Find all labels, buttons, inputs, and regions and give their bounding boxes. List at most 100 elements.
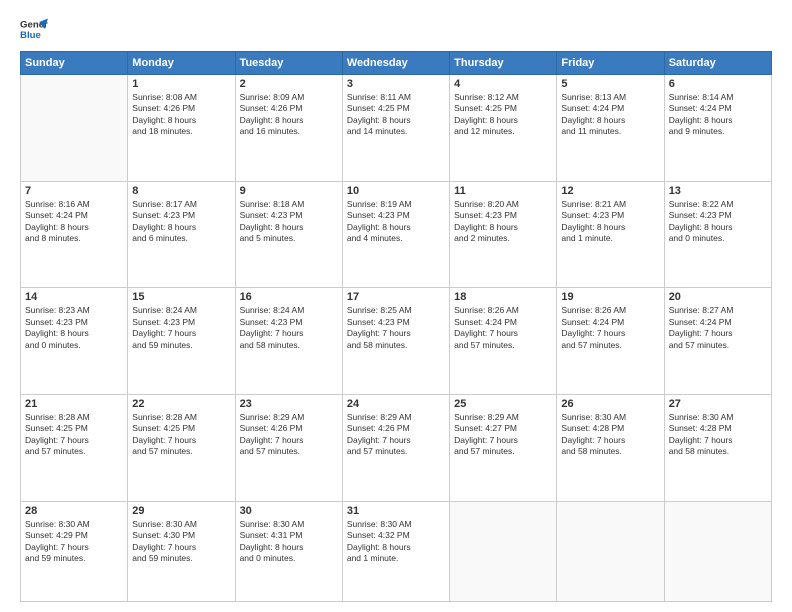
day-number: 26 bbox=[561, 398, 659, 410]
calendar-cell: 5 Sunrise: 8:13 AM Sunset: 4:24 PM Daylig… bbox=[557, 75, 664, 182]
calendar-cell: 19 Sunrise: 8:26 AM Sunset: 4:24 PM Dayli… bbox=[557, 288, 664, 395]
calendar-week-3: 14 Sunrise: 8:23 AM Sunset: 4:23 PM Dayli… bbox=[21, 288, 772, 395]
day-number: 3 bbox=[347, 78, 445, 90]
calendar-cell: 20 Sunrise: 8:27 AM Sunset: 4:24 PM Dayli… bbox=[664, 288, 771, 395]
day-number: 20 bbox=[669, 291, 767, 303]
calendar-cell bbox=[664, 501, 771, 601]
day-number: 6 bbox=[669, 78, 767, 90]
calendar-week-2: 7 Sunrise: 8:16 AM Sunset: 4:24 PM Daylig… bbox=[21, 181, 772, 288]
day-number: 30 bbox=[240, 505, 338, 517]
logo: General Blue bbox=[20, 15, 48, 43]
day-info: Sunrise: 8:28 AM Sunset: 4:25 PM Dayligh… bbox=[132, 412, 230, 458]
day-info: Sunrise: 8:09 AM Sunset: 4:26 PM Dayligh… bbox=[240, 92, 338, 138]
day-info: Sunrise: 8:29 AM Sunset: 4:26 PM Dayligh… bbox=[240, 412, 338, 458]
day-info: Sunrise: 8:29 AM Sunset: 4:27 PM Dayligh… bbox=[454, 412, 552, 458]
day-number: 23 bbox=[240, 398, 338, 410]
day-number: 11 bbox=[454, 185, 552, 197]
day-info: Sunrise: 8:11 AM Sunset: 4:25 PM Dayligh… bbox=[347, 92, 445, 138]
calendar-cell: 23 Sunrise: 8:29 AM Sunset: 4:26 PM Dayli… bbox=[235, 394, 342, 501]
col-header-saturday: Saturday bbox=[664, 52, 771, 75]
calendar-cell: 18 Sunrise: 8:26 AM Sunset: 4:24 PM Dayli… bbox=[450, 288, 557, 395]
calendar-cell bbox=[450, 501, 557, 601]
day-info: Sunrise: 8:13 AM Sunset: 4:24 PM Dayligh… bbox=[561, 92, 659, 138]
col-header-monday: Monday bbox=[128, 52, 235, 75]
day-info: Sunrise: 8:16 AM Sunset: 4:24 PM Dayligh… bbox=[25, 199, 123, 245]
calendar-cell: 29Sunrise: 8:30 AM Sunset: 4:30 PM Dayli… bbox=[128, 501, 235, 601]
calendar-cell: 21 Sunrise: 8:28 AM Sunset: 4:25 PM Dayli… bbox=[21, 394, 128, 501]
page: General Blue SundayMondayTuesdayWednesda… bbox=[0, 0, 792, 612]
day-info: Sunrise: 8:30 AM Sunset: 4:28 PM Dayligh… bbox=[669, 412, 767, 458]
calendar-cell: 22 Sunrise: 8:28 AM Sunset: 4:25 PM Dayli… bbox=[128, 394, 235, 501]
day-number: 31 bbox=[347, 505, 445, 517]
day-number: 25 bbox=[454, 398, 552, 410]
day-info: Sunrise: 8:30 AM Sunset: 4:31 PM Dayligh… bbox=[240, 519, 338, 565]
day-number: 16 bbox=[240, 291, 338, 303]
calendar-cell: 6Sunrise: 8:14 AM Sunset: 4:24 PM Daylig… bbox=[664, 75, 771, 182]
day-number: 4 bbox=[454, 78, 552, 90]
day-info: Sunrise: 8:12 AM Sunset: 4:25 PM Dayligh… bbox=[454, 92, 552, 138]
day-number: 5 bbox=[561, 78, 659, 90]
header: General Blue bbox=[20, 15, 772, 43]
day-info: Sunrise: 8:26 AM Sunset: 4:24 PM Dayligh… bbox=[561, 305, 659, 351]
day-info: Sunrise: 8:24 AM Sunset: 4:23 PM Dayligh… bbox=[240, 305, 338, 351]
calendar-cell: 13Sunrise: 8:22 AM Sunset: 4:23 PM Dayli… bbox=[664, 181, 771, 288]
day-number: 14 bbox=[25, 291, 123, 303]
day-info: Sunrise: 8:20 AM Sunset: 4:23 PM Dayligh… bbox=[454, 199, 552, 245]
calendar-cell: 7 Sunrise: 8:16 AM Sunset: 4:24 PM Daylig… bbox=[21, 181, 128, 288]
day-info: Sunrise: 8:28 AM Sunset: 4:25 PM Dayligh… bbox=[25, 412, 123, 458]
calendar-cell bbox=[557, 501, 664, 601]
calendar-cell: 3 Sunrise: 8:11 AM Sunset: 4:25 PM Daylig… bbox=[342, 75, 449, 182]
day-info: Sunrise: 8:26 AM Sunset: 4:24 PM Dayligh… bbox=[454, 305, 552, 351]
day-number: 21 bbox=[25, 398, 123, 410]
calendar-cell: 28 Sunrise: 8:30 AM Sunset: 4:29 PM Dayli… bbox=[21, 501, 128, 601]
logo-icon: General Blue bbox=[20, 15, 48, 43]
calendar-cell: 10Sunrise: 8:19 AM Sunset: 4:23 PM Dayli… bbox=[342, 181, 449, 288]
calendar-week-4: 21 Sunrise: 8:28 AM Sunset: 4:25 PM Dayli… bbox=[21, 394, 772, 501]
day-number: 28 bbox=[25, 505, 123, 517]
calendar-week-5: 28 Sunrise: 8:30 AM Sunset: 4:29 PM Dayli… bbox=[21, 501, 772, 601]
calendar-cell: 16 Sunrise: 8:24 AM Sunset: 4:23 PM Dayli… bbox=[235, 288, 342, 395]
day-number: 10 bbox=[347, 185, 445, 197]
day-number: 29 bbox=[132, 505, 230, 517]
calendar-cell: 31 Sunrise: 8:30 AM Sunset: 4:32 PM Dayli… bbox=[342, 501, 449, 601]
day-info: Sunrise: 8:29 AM Sunset: 4:26 PM Dayligh… bbox=[347, 412, 445, 458]
day-number: 15 bbox=[132, 291, 230, 303]
day-info: Sunrise: 8:18 AM Sunset: 4:23 PM Dayligh… bbox=[240, 199, 338, 245]
day-number: 7 bbox=[25, 185, 123, 197]
calendar-cell: 9 Sunrise: 8:18 AM Sunset: 4:23 PM Daylig… bbox=[235, 181, 342, 288]
calendar-cell: 2Sunrise: 8:09 AM Sunset: 4:26 PM Daylig… bbox=[235, 75, 342, 182]
day-info: Sunrise: 8:08 AM Sunset: 4:26 PM Dayligh… bbox=[132, 92, 230, 138]
calendar-cell: 8 Sunrise: 8:17 AM Sunset: 4:23 PM Daylig… bbox=[128, 181, 235, 288]
calendar-cell: 15Sunrise: 8:24 AM Sunset: 4:23 PM Dayli… bbox=[128, 288, 235, 395]
day-number: 19 bbox=[561, 291, 659, 303]
svg-text:Blue: Blue bbox=[20, 30, 41, 41]
day-number: 18 bbox=[454, 291, 552, 303]
col-header-tuesday: Tuesday bbox=[235, 52, 342, 75]
col-header-friday: Friday bbox=[557, 52, 664, 75]
day-info: Sunrise: 8:27 AM Sunset: 4:24 PM Dayligh… bbox=[669, 305, 767, 351]
day-info: Sunrise: 8:30 AM Sunset: 4:28 PM Dayligh… bbox=[561, 412, 659, 458]
day-info: Sunrise: 8:30 AM Sunset: 4:29 PM Dayligh… bbox=[25, 519, 123, 565]
day-number: 9 bbox=[240, 185, 338, 197]
day-number: 1 bbox=[132, 78, 230, 90]
calendar-cell: 12Sunrise: 8:21 AM Sunset: 4:23 PM Dayli… bbox=[557, 181, 664, 288]
day-info: Sunrise: 8:22 AM Sunset: 4:23 PM Dayligh… bbox=[669, 199, 767, 245]
day-info: Sunrise: 8:17 AM Sunset: 4:23 PM Dayligh… bbox=[132, 199, 230, 245]
day-number: 24 bbox=[347, 398, 445, 410]
day-number: 17 bbox=[347, 291, 445, 303]
col-header-wednesday: Wednesday bbox=[342, 52, 449, 75]
day-number: 27 bbox=[669, 398, 767, 410]
calendar-cell: 14 Sunrise: 8:23 AM Sunset: 4:23 PM Dayli… bbox=[21, 288, 128, 395]
day-number: 8 bbox=[132, 185, 230, 197]
col-header-sunday: Sunday bbox=[21, 52, 128, 75]
calendar-cell bbox=[21, 75, 128, 182]
calendar-cell: 1 Sunrise: 8:08 AM Sunset: 4:26 PM Daylig… bbox=[128, 75, 235, 182]
calendar-week-1: 1 Sunrise: 8:08 AM Sunset: 4:26 PM Daylig… bbox=[21, 75, 772, 182]
day-info: Sunrise: 8:30 AM Sunset: 4:32 PM Dayligh… bbox=[347, 519, 445, 565]
day-info: Sunrise: 8:25 AM Sunset: 4:23 PM Dayligh… bbox=[347, 305, 445, 351]
day-number: 22 bbox=[132, 398, 230, 410]
col-header-thursday: Thursday bbox=[450, 52, 557, 75]
day-info: Sunrise: 8:23 AM Sunset: 4:23 PM Dayligh… bbox=[25, 305, 123, 351]
calendar-header-row: SundayMondayTuesdayWednesdayThursdayFrid… bbox=[21, 52, 772, 75]
calendar-cell: 17 Sunrise: 8:25 AM Sunset: 4:23 PM Dayli… bbox=[342, 288, 449, 395]
